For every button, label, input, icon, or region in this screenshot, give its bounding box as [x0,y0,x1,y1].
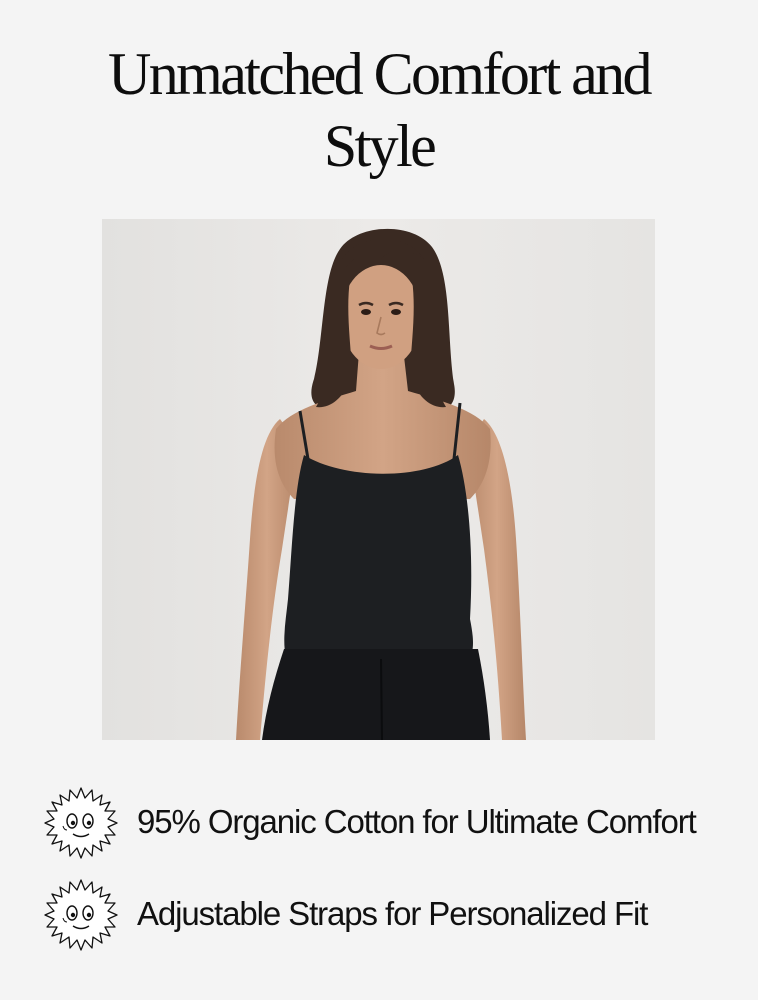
feature-text: 95% Organic Cotton for Ultimate Comfort [137,803,697,840]
product-photo [102,219,655,740]
feature-organic-cotton: 95% Organic Cotton for Ultimate Comfort [44,786,724,860]
headline-line-1: Unmatched Comfort and [108,41,653,107]
smiley-sun-icon [44,787,118,859]
feature-adjustable-straps: Adjustable Straps for Personalized Fit [44,878,724,952]
page-headline: Unmatched Comfort and Style [0,38,758,182]
feature-text: Adjustable Straps for Personalized Fit [137,895,648,932]
headline-line-2: Style [323,113,437,179]
smiley-sun-icon [44,879,118,951]
